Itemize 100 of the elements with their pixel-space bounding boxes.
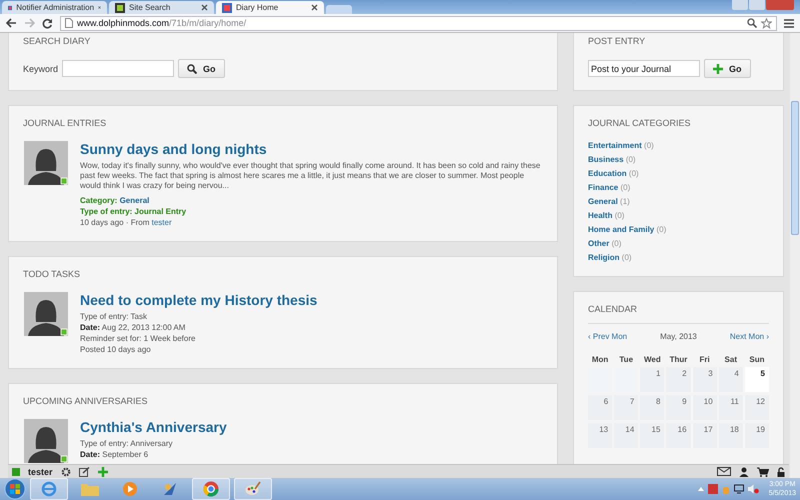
category-count: (0): [656, 225, 666, 234]
calendar-day[interactable]: 3: [692, 367, 717, 392]
page-icon: [222, 2, 232, 12]
category-link[interactable]: Finance: [588, 183, 618, 192]
entry-type: Type of entry: Task: [80, 312, 148, 321]
weekday-header: Wed: [642, 355, 662, 364]
keyword-field[interactable]: [62, 60, 174, 77]
category-link[interactable]: Religion: [588, 253, 620, 262]
calendar-day[interactable]: 17: [692, 423, 717, 448]
address-field[interactable]: www.dolphinmods.com/71b/m/diary/home/: [60, 16, 777, 30]
posted-text: Posted 10 days ago: [80, 345, 152, 354]
next-month-link[interactable]: Next Mon ›: [730, 332, 769, 341]
plus-icon[interactable]: [98, 466, 108, 476]
entry-excerpt: Wow, today it's finally sunny, who would've ever thought that spring would finally come around. It has been so cold and rainy these past few weeks. The fact that spring is almost here scares me a little, it just means that we are closer to summer. Most people would think I was crazy for being nervou...: [80, 161, 542, 191]
author-link[interactable]: tester: [152, 218, 172, 227]
calendar-day[interactable]: 2: [666, 367, 691, 392]
zoom-icon[interactable]: [747, 18, 757, 28]
category-count: (0): [614, 211, 624, 220]
entry-title-link[interactable]: Sunny days and long nights: [80, 141, 543, 157]
reload-icon[interactable]: [42, 18, 53, 28]
browser-tab[interactable]: Diary Home: [216, 1, 324, 14]
taskbar-app-button[interactable]: [192, 478, 230, 500]
browser-e-icon: [41, 481, 57, 497]
menu-icon[interactable]: [784, 18, 794, 28]
panel-heading: TODO TASKS: [23, 269, 82, 279]
calendar-day[interactable]: 9: [666, 395, 691, 420]
person-icon[interactable]: [739, 466, 749, 476]
category-link[interactable]: General: [120, 196, 150, 205]
category-count: (1): [620, 197, 630, 206]
calendar-day[interactable]: 10: [692, 395, 717, 420]
network-icon[interactable]: [734, 484, 744, 494]
calendar-day[interactable]: 13: [588, 423, 612, 448]
previous-month-link[interactable]: ‹ Prev Mon: [588, 332, 628, 341]
calendar-day[interactable]: 6: [588, 395, 612, 420]
calendar-day[interactable]: 19: [744, 423, 769, 448]
task-title-link[interactable]: Need to complete my History thesis: [80, 292, 543, 308]
close-icon[interactable]: [201, 4, 208, 11]
calendar-day[interactable]: 5: [744, 367, 769, 392]
weekday-header: Mon: [590, 355, 610, 364]
username-label: tester: [28, 466, 53, 476]
post-button[interactable]: Go: [704, 59, 750, 78]
panel-heading: UPCOMING ANNIVERSARIES: [23, 396, 149, 406]
category-count: (0): [628, 169, 639, 178]
category-link[interactable]: Home and Family: [588, 225, 654, 234]
browser-tab[interactable]: Site Search: [109, 1, 214, 14]
edit-icon[interactable]: [78, 466, 90, 476]
calendar-day[interactable]: 14: [614, 423, 638, 448]
category-label: Category:: [80, 196, 118, 205]
star-icon[interactable]: [761, 18, 772, 28]
browser-tab[interactable]: Notifier Administration: [2, 1, 107, 14]
folder-icon: [81, 482, 99, 496]
calendar-day[interactable]: 4: [718, 367, 743, 392]
category-link[interactable]: Other: [588, 239, 610, 248]
browser-icon: [203, 481, 219, 497]
back-arrow-icon[interactable]: [6, 18, 17, 28]
calendar-day[interactable]: 16: [666, 423, 691, 448]
weekday-header: Fri: [698, 355, 711, 364]
lock-icon[interactable]: [777, 466, 785, 476]
weekday-header: Tue: [618, 355, 634, 364]
from-label: · From: [126, 218, 150, 227]
calendar-day[interactable]: 1: [640, 367, 664, 392]
search-icon: [187, 64, 198, 74]
plus-icon: [713, 64, 723, 74]
calendar-day[interactable]: 8: [640, 395, 664, 420]
entry-age: 10 days ago: [80, 218, 124, 227]
search-button[interactable]: Go: [178, 59, 225, 78]
avatar-silhouette-icon: [24, 141, 68, 185]
category-link[interactable]: Business: [588, 155, 624, 164]
entry-type: Type of entry: Journal Entry: [80, 207, 188, 216]
anniversary-title-link[interactable]: Cynthia's Anniversary: [80, 419, 543, 435]
month-label: May, 2013: [660, 332, 697, 341]
category-link[interactable]: Education: [588, 169, 627, 178]
category-link[interactable]: Entertainment: [588, 141, 642, 150]
reminder-text: Reminder set for: 1 Week before: [80, 334, 196, 343]
scrollbar-thumb[interactable]: [791, 101, 799, 235]
panel-heading: CALENDAR: [588, 304, 769, 324]
category-link[interactable]: General: [588, 197, 618, 206]
entry-type: Type of entry: Anniversary: [80, 439, 174, 448]
close-icon[interactable]: [98, 4, 101, 11]
tray-arrow-icon[interactable]: [698, 487, 704, 491]
page-icon: [65, 18, 73, 28]
category-link[interactable]: Health: [588, 211, 612, 220]
calendar-day[interactable]: 7: [614, 395, 638, 420]
panel-heading: JOURNAL CATEGORIES: [588, 118, 692, 128]
cart-icon[interactable]: [757, 466, 769, 476]
close-icon[interactable]: [311, 4, 318, 11]
calendar-day[interactable]: 15: [640, 423, 664, 448]
mail-icon[interactable]: [717, 467, 731, 476]
gear-icon[interactable]: [60, 466, 71, 476]
taskbar-app-button[interactable]: [234, 478, 272, 500]
scrollbar[interactable]: [790, 33, 800, 478]
post-entry-field[interactable]: Post to your Journal: [588, 60, 700, 77]
category-count: (0): [644, 141, 654, 150]
calendar-day[interactable]: 18: [718, 423, 743, 448]
calendar-day[interactable]: 12: [744, 395, 769, 420]
speaker-muted-icon[interactable]: [748, 484, 759, 494]
start-button[interactable]: [4, 478, 26, 500]
calendar-day[interactable]: 11: [718, 395, 743, 420]
category-count: (0): [622, 253, 632, 262]
forward-arrow-icon[interactable]: [24, 18, 35, 28]
